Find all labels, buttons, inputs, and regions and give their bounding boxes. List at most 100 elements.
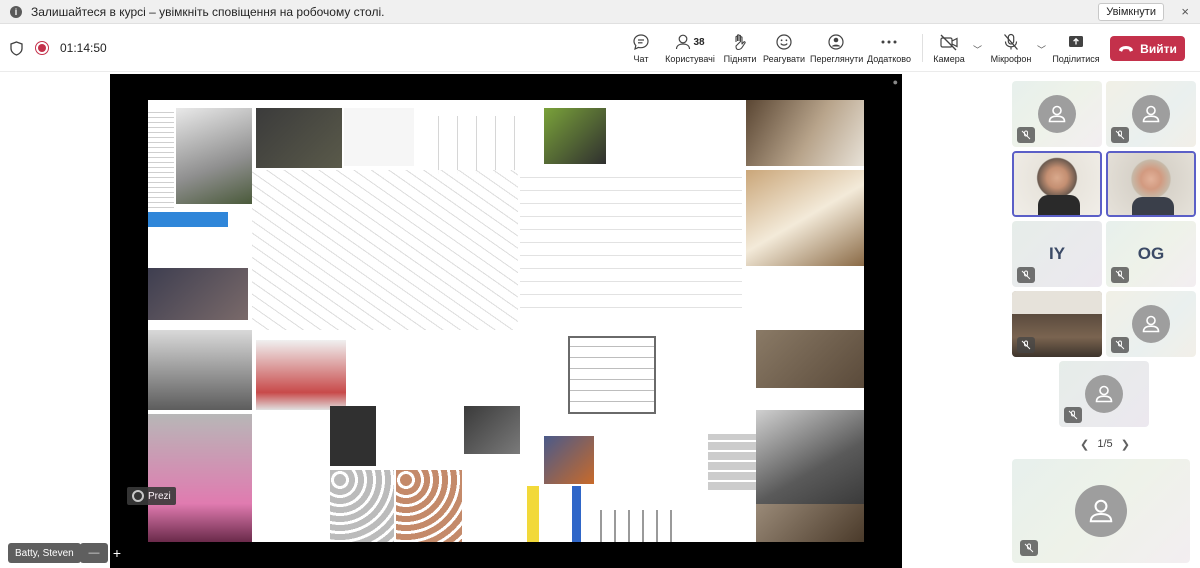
react-label: Реагувати <box>762 54 806 64</box>
participant-tile[interactable] <box>1106 81 1196 147</box>
person-icon <box>1075 485 1127 537</box>
red-chairs-photo <box>256 340 346 410</box>
close-banner-icon[interactable]: × <box>1181 4 1189 19</box>
pink-corridor-photo <box>148 414 252 542</box>
muted-mic-icon <box>1017 127 1035 143</box>
stage-indicator: ● <box>892 77 898 87</box>
muted-mic-icon <box>1111 267 1129 283</box>
person-icon <box>1085 375 1123 413</box>
info-icon: i <box>10 5 22 18</box>
mic-label: Мікрофон <box>990 54 1032 64</box>
color-grid <box>708 434 762 490</box>
furniture-sketches <box>520 170 742 320</box>
camera-off-icon <box>940 34 958 51</box>
mic-button[interactable]: Мікрофон <box>988 33 1034 64</box>
camera-button[interactable]: Камера <box>930 33 968 64</box>
meeting-timer: 01:14:50 <box>60 41 107 55</box>
gadgets-photo <box>256 108 342 168</box>
prezi-collage <box>148 100 864 542</box>
smiley-icon <box>776 34 792 50</box>
view-label: Переглянути <box>810 54 864 64</box>
muted-mic-icon <box>1020 540 1038 556</box>
participant-video-tile[interactable] <box>1106 151 1196 217</box>
view-button[interactable]: Переглянути <box>810 33 864 64</box>
wood-panel-photo <box>756 504 864 542</box>
cables-photo <box>344 108 414 166</box>
chat-label: Чат <box>633 54 649 64</box>
participant-tile[interactable]: IY <box>1012 221 1102 287</box>
camera-label: Камера <box>933 54 965 64</box>
participant-tile[interactable]: OG <box>1106 221 1196 287</box>
mic-off-icon <box>1004 33 1018 50</box>
raise-hand-button[interactable]: Підняти <box>722 33 758 64</box>
participant-tile[interactable] <box>1106 291 1196 357</box>
page-indicator: 1/5 <box>1097 438 1113 450</box>
raise-hand-label: Підняти <box>723 54 757 64</box>
participant-tile[interactable] <box>1012 81 1102 147</box>
share-button[interactable]: Поділитися <box>1052 33 1100 64</box>
phone-icon <box>1119 45 1134 52</box>
more-button[interactable]: Додатково <box>866 33 912 64</box>
lobby-photo <box>746 100 864 166</box>
elevation-drawing <box>420 116 530 174</box>
floor-plan <box>568 336 656 414</box>
participant-shirt <box>1038 195 1080 215</box>
participants-button[interactable]: 38 Користувачі <box>665 33 715 64</box>
participant-initials: OG <box>1137 244 1165 263</box>
more-label: Додатково <box>867 54 911 64</box>
stone-slabs-photo <box>756 410 864 504</box>
muted-mic-icon <box>1111 337 1129 353</box>
sketches-area <box>252 170 518 330</box>
presenter-name: Batty, Steven <box>8 543 81 563</box>
meeting-room-photo <box>464 406 520 454</box>
doc-thumbnail <box>148 108 174 208</box>
leave-label: Вийти <box>1140 41 1177 56</box>
zoom-out-button[interactable]: — <box>80 543 108 563</box>
toolbar-divider <box>922 34 923 62</box>
workshop-photo <box>148 268 248 320</box>
zoom-in-button[interactable]: + <box>110 543 124 563</box>
dark-tile-photo <box>330 406 376 466</box>
prezi-badge: Prezi <box>127 487 176 505</box>
muted-mic-icon <box>1064 407 1082 423</box>
chat-button[interactable]: Чат <box>627 33 655 64</box>
prezi-icon <box>132 490 144 502</box>
shared-screen[interactable]: ● Prezi <box>110 74 902 568</box>
leave-button[interactable]: Вийти <box>1110 36 1185 61</box>
cabinet-photo <box>148 330 252 410</box>
colorful-room-photo <box>544 436 594 484</box>
chat-icon <box>633 34 649 51</box>
blue-header-doc <box>148 212 228 262</box>
shield-icon[interactable] <box>10 40 23 56</box>
participant-video-tile[interactable] <box>1012 291 1102 357</box>
prezi-label: Prezi <box>148 490 171 502</box>
phone-mockups <box>588 510 678 542</box>
muted-mic-icon <box>1111 127 1129 143</box>
participants-count: 38 <box>693 36 705 48</box>
hexagon-pattern <box>330 470 394 542</box>
more-icon <box>881 40 897 44</box>
mic-options-chevron-icon[interactable]: ﹀ <box>1037 43 1046 56</box>
view-icon <box>828 34 844 50</box>
record-icon <box>35 41 49 55</box>
share-icon <box>1069 36 1083 47</box>
people-icon <box>676 34 691 50</box>
participant-tile[interactable] <box>1059 361 1149 427</box>
share-label: Поділитися <box>1052 54 1100 64</box>
participants-label: Користувачі <box>665 54 715 64</box>
camera-options-chevron-icon[interactable]: ﹀ <box>973 43 982 56</box>
chevron-left-icon[interactable]: ❮ <box>1080 438 1089 451</box>
chevron-right-icon[interactable]: ❯ <box>1121 438 1130 451</box>
self-view-tile[interactable] <box>1012 459 1190 563</box>
banner-message: Залишайтеся в курсі – увімкніть сповіщен… <box>31 4 385 19</box>
interior-photo-green <box>544 108 606 164</box>
person-icon <box>1132 95 1170 133</box>
participant-initials: IY <box>1048 244 1066 263</box>
react-button[interactable]: Реагувати <box>762 33 806 64</box>
person-icon <box>1132 305 1170 343</box>
person-icon <box>1038 95 1076 133</box>
reception-photo <box>746 170 864 266</box>
enable-notifications-button[interactable]: Увімкнути <box>1098 3 1164 21</box>
hand-icon <box>735 34 746 51</box>
participant-video-tile[interactable] <box>1012 151 1102 217</box>
